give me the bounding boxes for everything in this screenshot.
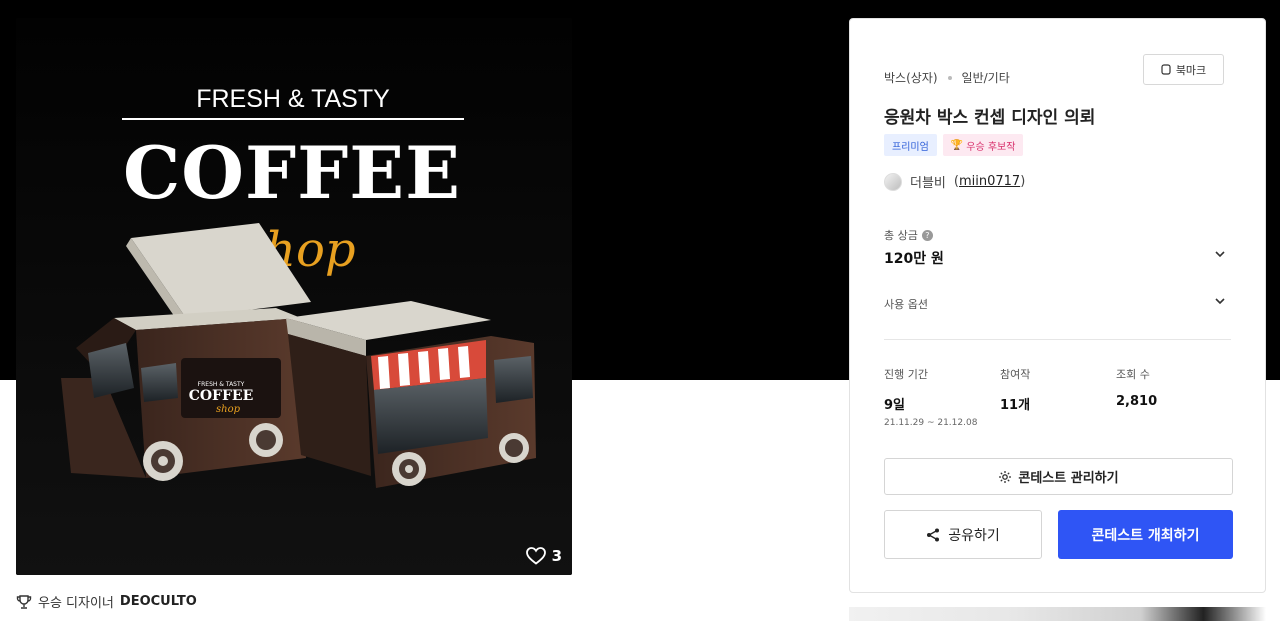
- stat-entries: 참여작 11개: [1000, 366, 1030, 413]
- author-handle-wrapper: (miin0717): [953, 174, 1026, 189]
- share-icon: [927, 528, 940, 541]
- winning-designer-name[interactable]: DEOCULTO: [120, 594, 197, 609]
- divider: [884, 339, 1231, 340]
- host-contest-label: 콘테스트 개최하기: [1091, 527, 1200, 544]
- breadcrumb-subcategory[interactable]: 일반/기타: [962, 69, 1010, 86]
- stat-period-value: 9일: [884, 398, 906, 413]
- prize-expand-chevron-down-icon[interactable]: [1213, 247, 1227, 261]
- winner-candidate-label: 우승 후보작: [966, 141, 1016, 153]
- share-button[interactable]: 공유하기: [884, 510, 1042, 559]
- breadcrumb-separator: [947, 75, 952, 80]
- bookmark-label: 북마크: [1175, 63, 1207, 77]
- truck-label-script: shop: [216, 404, 241, 415]
- entry-image[interactable]: FRESH & TASTY COFFEE shop FRESH & TASTY …: [16, 18, 572, 575]
- next-section-preview: [849, 607, 1266, 621]
- manage-contest-label: 콘테스트 관리하기: [1018, 471, 1119, 486]
- stat-entries-label: 참여작: [1000, 368, 1031, 381]
- coffee-truck-box-artwork: FRESH & TASTY COFFEE shop FRESH & TASTY …: [16, 18, 572, 575]
- stat-entries-value: 11개: [1000, 398, 1031, 413]
- host-contest-button[interactable]: 콘테스트 개최하기: [1058, 510, 1233, 559]
- heart-icon: [525, 547, 546, 565]
- avatar[interactable]: [884, 172, 902, 191]
- stat-period-label: 진행 기간: [884, 368, 928, 381]
- premium-badge: 프리미엄: [884, 134, 937, 156]
- author: 더블비 (miin0717): [884, 172, 1025, 191]
- contest-title: 응원차 박스 컨셉 디자인 의뢰: [884, 108, 1096, 128]
- badge-group: 프리미엄 🏆 우승 후보작: [884, 134, 1024, 156]
- author-name: 더블비: [910, 176, 946, 191]
- stat-period: 진행 기간 9일 21.11.29 ~ 21.12.08: [884, 366, 977, 428]
- stat-views-value: 2,810: [1116, 394, 1158, 409]
- artwork-headline-main: COFFEE: [123, 130, 461, 215]
- prize-label: 총 상금 ?: [884, 227, 933, 243]
- trophy-icon: 🏆: [950, 139, 964, 151]
- stat-period-range: 21.11.29 ~ 21.12.08: [884, 418, 978, 428]
- bookmark-icon: [1161, 64, 1171, 75]
- artwork-headline-top: FRESH & TASTY: [196, 85, 390, 113]
- gear-icon: [999, 470, 1012, 483]
- like-count: 3: [551, 547, 562, 565]
- trophy-icon: [16, 594, 32, 609]
- prize-value: 120만 원: [884, 251, 944, 267]
- winning-designer: 우승 디자이너 DEOCULTO: [16, 592, 197, 611]
- bookmark-button[interactable]: 북마크: [1143, 54, 1224, 85]
- manage-contest-button[interactable]: 콘테스트 관리하기: [884, 458, 1233, 495]
- share-label: 공유하기: [948, 527, 1000, 544]
- breadcrumb: 박스(상자) 일반/기타: [884, 69, 1010, 86]
- winning-designer-prefix: 우승 디자이너: [38, 596, 114, 611]
- winner-candidate-badge: 🏆 우승 후보작: [942, 134, 1024, 156]
- truck-label-main: COFFEE: [189, 388, 254, 404]
- author-handle-link[interactable]: miin0717: [959, 174, 1020, 189]
- stat-views-label: 조회 수: [1116, 368, 1150, 381]
- truck-label-top: FRESH & TASTY: [198, 381, 245, 388]
- contest-info-panel: 박스(상자) 일반/기타 북마크 응원차 박스 컨셉 디자인 의뢰 프리미엄 🏆…: [849, 18, 1266, 593]
- usage-options-label: 사용 옵션: [884, 298, 928, 311]
- stat-views: 조회 수 2,810: [1116, 366, 1157, 409]
- like-button[interactable]: 3: [525, 547, 562, 565]
- prize-label-text: 총 상금: [884, 229, 918, 242]
- usage-options-chevron-down-icon[interactable]: [1213, 294, 1227, 308]
- help-icon[interactable]: ?: [921, 229, 933, 241]
- breadcrumb-category[interactable]: 박스(상자): [884, 69, 938, 86]
